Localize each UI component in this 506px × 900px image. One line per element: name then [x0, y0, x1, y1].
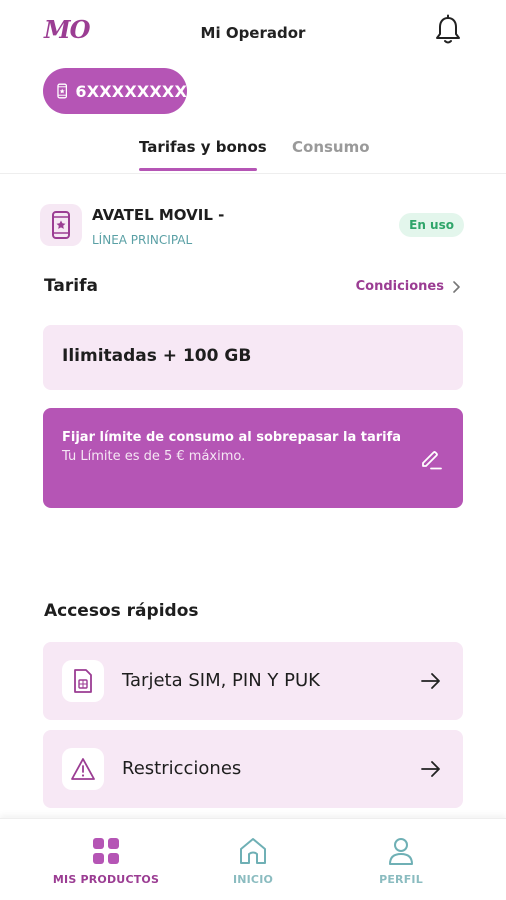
line-name: AVATEL MOVIL -: [92, 206, 225, 224]
warning-icon: [62, 748, 104, 790]
bell-icon[interactable]: [433, 14, 463, 46]
phone-number-selector[interactable]: 6XXXXXXXX: [43, 68, 187, 114]
limit-title: Fijar límite de consumo al sobrepasar la…: [62, 430, 402, 445]
status-badge: En uso: [399, 213, 464, 237]
nav-perfil[interactable]: PERFIL: [326, 819, 476, 900]
app-title: Mi Operador: [200, 24, 306, 42]
line-info[interactable]: AVATEL MOVIL - LÍNEA PRINCIPAL En uso: [40, 200, 466, 250]
tariff-plan-name: Ilimitadas + 100 GB: [62, 346, 252, 366]
conditions-label: Condiciones: [355, 279, 444, 294]
quick-access-label: Restricciones: [122, 758, 242, 779]
tab-consumo[interactable]: Consumo: [292, 138, 370, 156]
phone-number: 6XXXXXXXX: [75, 81, 187, 101]
nav-mis-productos[interactable]: MIS PRODUCTOS: [31, 819, 181, 900]
pencil-icon[interactable]: [419, 448, 443, 472]
nav-label: INICIO: [232, 873, 274, 886]
chevron-right-icon: [453, 280, 460, 293]
quick-access-sim-pin-puk[interactable]: Tarjeta SIM, PIN Y PUK: [43, 642, 463, 720]
nav-inicio[interactable]: INICIO: [178, 819, 328, 900]
tab-tarifas-y-bonos[interactable]: Tarifas y bonos: [139, 138, 267, 156]
quick-access-label: Tarjeta SIM, PIN Y PUK: [122, 670, 320, 691]
limit-subtitle: Tu Límite es de 5 € máximo.: [62, 449, 246, 464]
nav-label: MIS PRODUCTOS: [52, 873, 160, 886]
arrow-right-icon: [421, 761, 440, 777]
phone-icon: [57, 83, 68, 99]
app-header: MO Mi Operador: [0, 0, 506, 62]
tariff-section-title: Tarifa: [44, 276, 98, 296]
user-icon: [389, 838, 413, 865]
tariff-plan-card[interactable]: Ilimitadas + 100 GB: [43, 325, 463, 390]
tab-bar: Tarifas y bonos Consumo: [0, 130, 506, 174]
home-icon: [240, 838, 266, 864]
quick-access-title: Accesos rápidos: [44, 601, 199, 621]
line-phone-icon: [40, 204, 82, 246]
arrow-right-icon: [421, 673, 440, 689]
line-type: LÍNEA PRINCIPAL: [92, 233, 193, 247]
nav-label: PERFIL: [379, 873, 423, 886]
sim-card-icon: [62, 660, 104, 702]
active-tab-indicator: [139, 168, 257, 171]
quick-access-restricciones[interactable]: Restricciones: [43, 730, 463, 808]
grid-icon: [93, 838, 119, 864]
bottom-navigation: MIS PRODUCTOS INICIO PERFIL: [0, 818, 506, 900]
conditions-link[interactable]: Condiciones: [356, 279, 460, 294]
consumption-limit-card[interactable]: Fijar límite de consumo al sobrepasar la…: [43, 408, 463, 508]
